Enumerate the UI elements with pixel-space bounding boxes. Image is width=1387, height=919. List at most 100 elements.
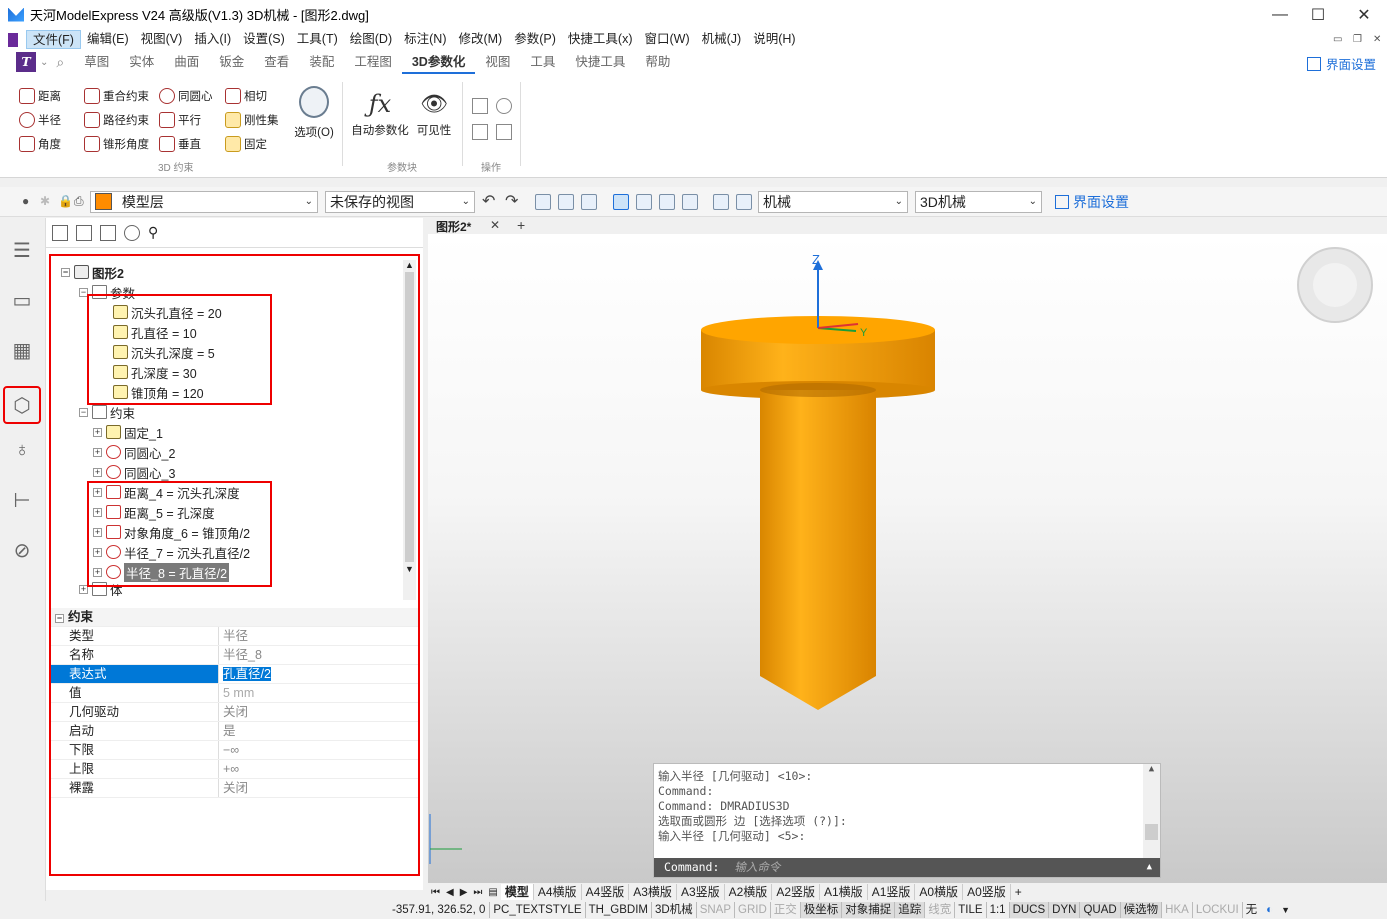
tab-tools[interactable]: 工具 xyxy=(520,50,565,74)
tree-scrollbar[interactable]: ▲ ▼ xyxy=(403,260,416,600)
tab-solid[interactable]: 实体 xyxy=(119,50,164,74)
scroll-down-icon[interactable]: ▼ xyxy=(403,564,416,574)
command-input-bar[interactable]: Command: 输入命令 ▲ xyxy=(654,858,1160,877)
table-icon[interactable]: ▦ xyxy=(8,336,36,364)
layout-tab[interactable]: A1横版 xyxy=(820,884,868,900)
status-otrack[interactable]: 追踪 xyxy=(894,902,925,918)
layout-tab[interactable]: A0竖版 xyxy=(963,884,1011,900)
property-row[interactable]: 上限 +∞ xyxy=(51,760,418,779)
status-profile[interactable]: 3D机械 xyxy=(650,902,696,918)
status-ducs[interactable]: DUCS xyxy=(1008,902,1049,918)
coincident-constraint-button[interactable]: 重合约束 xyxy=(84,86,149,106)
realistic-view-icon[interactable] xyxy=(682,194,698,210)
status-none[interactable]: 无 xyxy=(1241,902,1261,918)
balloon-icon[interactable]: ♁ xyxy=(8,436,36,464)
path-constraint-button[interactable]: 路径约束 xyxy=(84,110,149,130)
property-row[interactable]: 裸露 关闭 xyxy=(51,779,418,798)
sliders-icon[interactable]: ☰ xyxy=(8,236,36,264)
scroll-thumb[interactable] xyxy=(1145,824,1158,840)
scroll-up-icon[interactable]: ▲ xyxy=(403,260,416,270)
expand-toggle[interactable]: + xyxy=(93,567,102,577)
property-row[interactable]: 类型 半径 xyxy=(51,627,418,646)
param-view-icon[interactable] xyxy=(496,98,512,114)
mdi-restore-button[interactable]: ❐ xyxy=(1353,34,1362,45)
gear-icon[interactable] xyxy=(124,224,140,241)
status-quad[interactable]: QUAD xyxy=(1079,902,1120,918)
expand-toggle[interactable]: + xyxy=(93,467,102,477)
view-tool-1-icon[interactable] xyxy=(535,194,551,210)
layout-tab[interactable]: A2横版 xyxy=(725,884,773,900)
sun-icon[interactable]: ✱ xyxy=(40,194,50,208)
new-tab-button[interactable]: + xyxy=(517,217,525,233)
status-hka[interactable]: HKA xyxy=(1161,902,1192,918)
status-polar[interactable]: 极坐标 xyxy=(799,902,842,918)
layout-list-icon[interactable]: ▤ xyxy=(485,887,500,898)
layout-tab[interactable]: A4横版 xyxy=(534,884,582,900)
chevron-up-icon[interactable]: ▲ xyxy=(1147,858,1152,877)
menu-draw[interactable]: 绘图(D) xyxy=(344,30,398,49)
tree-collapse-icon[interactable] xyxy=(76,224,92,241)
status-scale[interactable]: 1:1 xyxy=(985,902,1009,918)
menu-settings[interactable]: 设置(S) xyxy=(237,30,291,49)
tree-constraints-folder[interactable]: − 约束 xyxy=(79,402,135,422)
status-lockui[interactable]: LOCKUI xyxy=(1191,902,1242,918)
menu-insert[interactable]: 插入(I) xyxy=(188,30,237,49)
search-icon[interactable]: ⌕ xyxy=(56,54,64,71)
auto-parametrize-button[interactable]: ƒx 自动参数化 xyxy=(350,86,410,138)
collapse-toggle[interactable]: − xyxy=(55,614,64,623)
layout-tab[interactable]: A3竖版 xyxy=(677,884,725,900)
collapse-toggle[interactable]: − xyxy=(79,407,88,417)
last-tab-icon[interactable]: ⏭ xyxy=(470,887,485,898)
menu-file[interactable]: 文件(F) xyxy=(26,30,81,49)
expand-toggle[interactable]: + xyxy=(93,487,102,497)
doc-tab-active[interactable]: 图形2* xyxy=(436,218,471,235)
chevron-down-icon[interactable]: ▼ xyxy=(1281,905,1290,915)
status-lineweight[interactable]: 线宽 xyxy=(924,902,954,918)
visibility-button[interactable]: 👁 可见性 xyxy=(414,86,454,138)
options-button[interactable]: 选项(O) xyxy=(294,86,334,140)
expand-toggle[interactable]: + xyxy=(93,427,102,437)
tree-constraint-item[interactable]: + 同圆心_2 xyxy=(93,442,175,462)
expand-toggle[interactable]: + xyxy=(93,447,102,457)
menu-mechanical[interactable]: 机械(J) xyxy=(696,30,748,49)
tab-3d-parametric[interactable]: 3D参数化 xyxy=(401,50,476,74)
tree-param-item[interactable]: 沉头孔深度 = 5 xyxy=(113,342,215,362)
tab-view[interactable]: 视图 xyxy=(475,50,520,74)
ui-settings-button[interactable]: 界面设置 xyxy=(1307,54,1376,73)
expression-field[interactable]: 孔直径/2 xyxy=(219,665,418,683)
status-textstyle[interactable]: PC_TEXTSTYLE xyxy=(489,902,584,918)
tree-param-item[interactable]: 孔深度 = 30 xyxy=(113,362,197,382)
workspace-select[interactable]: 机械 ⌄ xyxy=(758,191,908,213)
printer-icon[interactable]: ⎙ xyxy=(74,194,84,209)
sort-icon[interactable] xyxy=(100,224,116,241)
tab-sketch[interactable]: 草图 xyxy=(74,50,119,74)
view-tool-3-icon[interactable] xyxy=(581,194,597,210)
distance-constraint-button[interactable]: 距离 xyxy=(19,86,61,106)
ui-settings-button-2[interactable]: 界面设置 xyxy=(1055,192,1129,212)
bulb-icon[interactable]: ● xyxy=(22,194,29,208)
first-tab-icon[interactable]: ⏮ xyxy=(428,887,443,898)
layout-tab[interactable]: A3横版 xyxy=(629,884,677,900)
status-dyn[interactable]: DYN xyxy=(1048,902,1080,918)
param-export-icon[interactable] xyxy=(472,124,488,140)
binoculars-icon[interactable]: ⚲ xyxy=(148,224,158,241)
tangent-constraint-button[interactable]: 相切 xyxy=(225,86,267,106)
menu-parameters[interactable]: 参数(P) xyxy=(508,30,562,49)
menu-view[interactable]: 视图(V) xyxy=(135,30,189,49)
menu-modify[interactable]: 修改(M) xyxy=(452,30,508,49)
status-grid[interactable]: GRID xyxy=(734,902,770,918)
navigation-ring[interactable] xyxy=(1297,247,1373,323)
layout-tab[interactable]: A4竖版 xyxy=(582,884,630,900)
perpendicular-constraint-button[interactable]: 垂直 xyxy=(159,134,201,154)
status-osnap[interactable]: 对象捕捉 xyxy=(841,902,895,918)
properties-panel-icon[interactable] xyxy=(713,194,729,210)
parallel-constraint-button[interactable]: 平行 xyxy=(159,110,201,130)
layout-tab[interactable]: A2竖版 xyxy=(772,884,820,900)
command-input[interactable]: 输入命令 xyxy=(734,860,780,874)
tab-assembly[interactable]: 装配 xyxy=(299,50,344,74)
prev-tab-icon[interactable]: ◀ xyxy=(443,887,457,898)
menu-edit[interactable]: 编辑(E) xyxy=(81,30,135,49)
concentric-constraint-button[interactable]: 同圆心 xyxy=(159,86,213,106)
param-import-icon[interactable] xyxy=(496,124,512,140)
param-edit-icon[interactable] xyxy=(472,98,488,114)
